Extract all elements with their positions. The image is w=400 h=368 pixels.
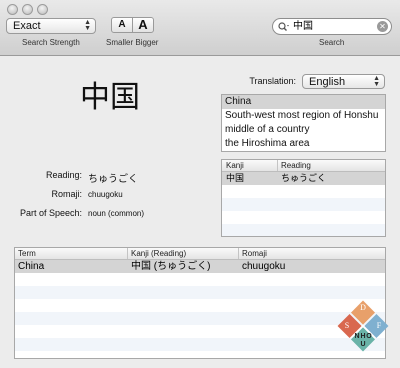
search-strength-value: Exact bbox=[13, 20, 41, 32]
translation-popup[interactable]: English ▲ ▼ bbox=[302, 74, 385, 89]
definition-item[interactable]: South-west most region of Honshu bbox=[222, 109, 385, 123]
search-input[interactable]: 中国 bbox=[293, 19, 313, 34]
translation-label: Translation: bbox=[249, 76, 296, 86]
logo-letter: H bbox=[360, 333, 365, 340]
bigger-text-button[interactable]: A bbox=[132, 17, 154, 33]
empty-row bbox=[15, 299, 385, 312]
logo-letter: U bbox=[360, 341, 365, 348]
logo-letter: D bbox=[360, 303, 366, 312]
romaji-value: chuugoku bbox=[88, 190, 123, 199]
reading-value: ちゅうごく bbox=[88, 174, 138, 185]
table-row[interactable]: 中国 ちゅうごく bbox=[222, 172, 385, 185]
column-divider bbox=[277, 160, 278, 171]
romaji-label: Romaji: bbox=[51, 189, 82, 199]
reading-label: Reading: bbox=[45, 170, 82, 180]
empty-row bbox=[222, 198, 385, 211]
column-header-reading[interactable]: Reading bbox=[281, 160, 311, 171]
minimize-window-button[interactable] bbox=[22, 4, 33, 15]
empty-row bbox=[15, 273, 385, 286]
reading-cell: ちゅうごく bbox=[281, 173, 327, 183]
clear-search-icon[interactable]: ✕ bbox=[377, 21, 388, 32]
logo-letter: O bbox=[366, 333, 372, 340]
headword: 中国 bbox=[80, 80, 140, 115]
empty-row bbox=[15, 312, 385, 325]
readings-table-header: Kanji Reading bbox=[222, 160, 385, 172]
part-of-speech-label: Part of Speech: bbox=[19, 208, 82, 218]
column-divider bbox=[127, 248, 128, 259]
search-strength-label: Search Strength bbox=[22, 38, 80, 47]
table-row[interactable]: China 中国 (ちゅうごく) chuugoku bbox=[15, 260, 385, 273]
search-strength-popup[interactable]: Exact ▲ ▼ bbox=[6, 18, 96, 34]
column-header-term[interactable]: Term bbox=[18, 248, 36, 259]
empty-row bbox=[222, 211, 385, 224]
definition-item[interactable]: China bbox=[222, 95, 385, 109]
smaller-text-button[interactable]: A bbox=[111, 17, 133, 33]
part-of-speech-value: noun (common) bbox=[88, 209, 145, 218]
close-window-button[interactable] bbox=[7, 4, 18, 15]
definition-item[interactable]: middle of a country bbox=[222, 123, 385, 137]
app-logo: D S F N H O U bbox=[337, 300, 389, 352]
term-cell: China bbox=[18, 261, 45, 272]
column-header-romaji[interactable]: Romaji bbox=[242, 248, 267, 259]
column-header-kanji-reading[interactable]: Kanji (Reading) bbox=[131, 248, 186, 259]
empty-row bbox=[222, 224, 385, 236]
search-label: Search bbox=[319, 38, 345, 47]
empty-row bbox=[15, 325, 385, 338]
empty-row bbox=[222, 185, 385, 198]
empty-row bbox=[15, 286, 385, 299]
text-size-label: Smaller Bigger bbox=[106, 38, 159, 47]
definitions-list[interactable]: China South-west most region of Honshu m… bbox=[221, 94, 386, 152]
definition-item[interactable]: the Hiroshima area bbox=[222, 137, 385, 151]
logo-letter: N bbox=[354, 333, 359, 340]
kanji-cell: 中国 bbox=[226, 173, 245, 183]
search-icon bbox=[278, 22, 289, 31]
translation-value: English bbox=[309, 76, 346, 88]
results-table-header: Term Kanji (Reading) Romaji bbox=[15, 248, 385, 260]
logo-letter: F bbox=[377, 321, 382, 330]
readings-table[interactable]: Kanji Reading 中国 ちゅうごく bbox=[221, 159, 386, 237]
column-header-kanji[interactable]: Kanji bbox=[226, 160, 244, 171]
popup-arrows-icon: ▲ ▼ bbox=[84, 19, 91, 32]
kanji-reading-cell: 中国 (ちゅうごく) bbox=[131, 261, 211, 272]
column-divider bbox=[238, 248, 239, 259]
app-window: Exact ▲ ▼ Search Strength A A Smaller Big… bbox=[0, 0, 400, 368]
results-table[interactable]: Term Kanji (Reading) Romaji China 中国 (ちゅ… bbox=[14, 247, 386, 359]
zoom-window-button[interactable] bbox=[37, 4, 48, 15]
search-field[interactable]: 中国 ✕ bbox=[272, 18, 392, 35]
romaji-cell: chuugoku bbox=[242, 261, 286, 272]
toolbar: Exact ▲ ▼ Search Strength A A Smaller Big… bbox=[0, 0, 400, 56]
empty-row bbox=[15, 338, 385, 351]
popup-arrows-icon: ▲ ▼ bbox=[373, 75, 380, 88]
logo-letter: S bbox=[345, 321, 349, 330]
